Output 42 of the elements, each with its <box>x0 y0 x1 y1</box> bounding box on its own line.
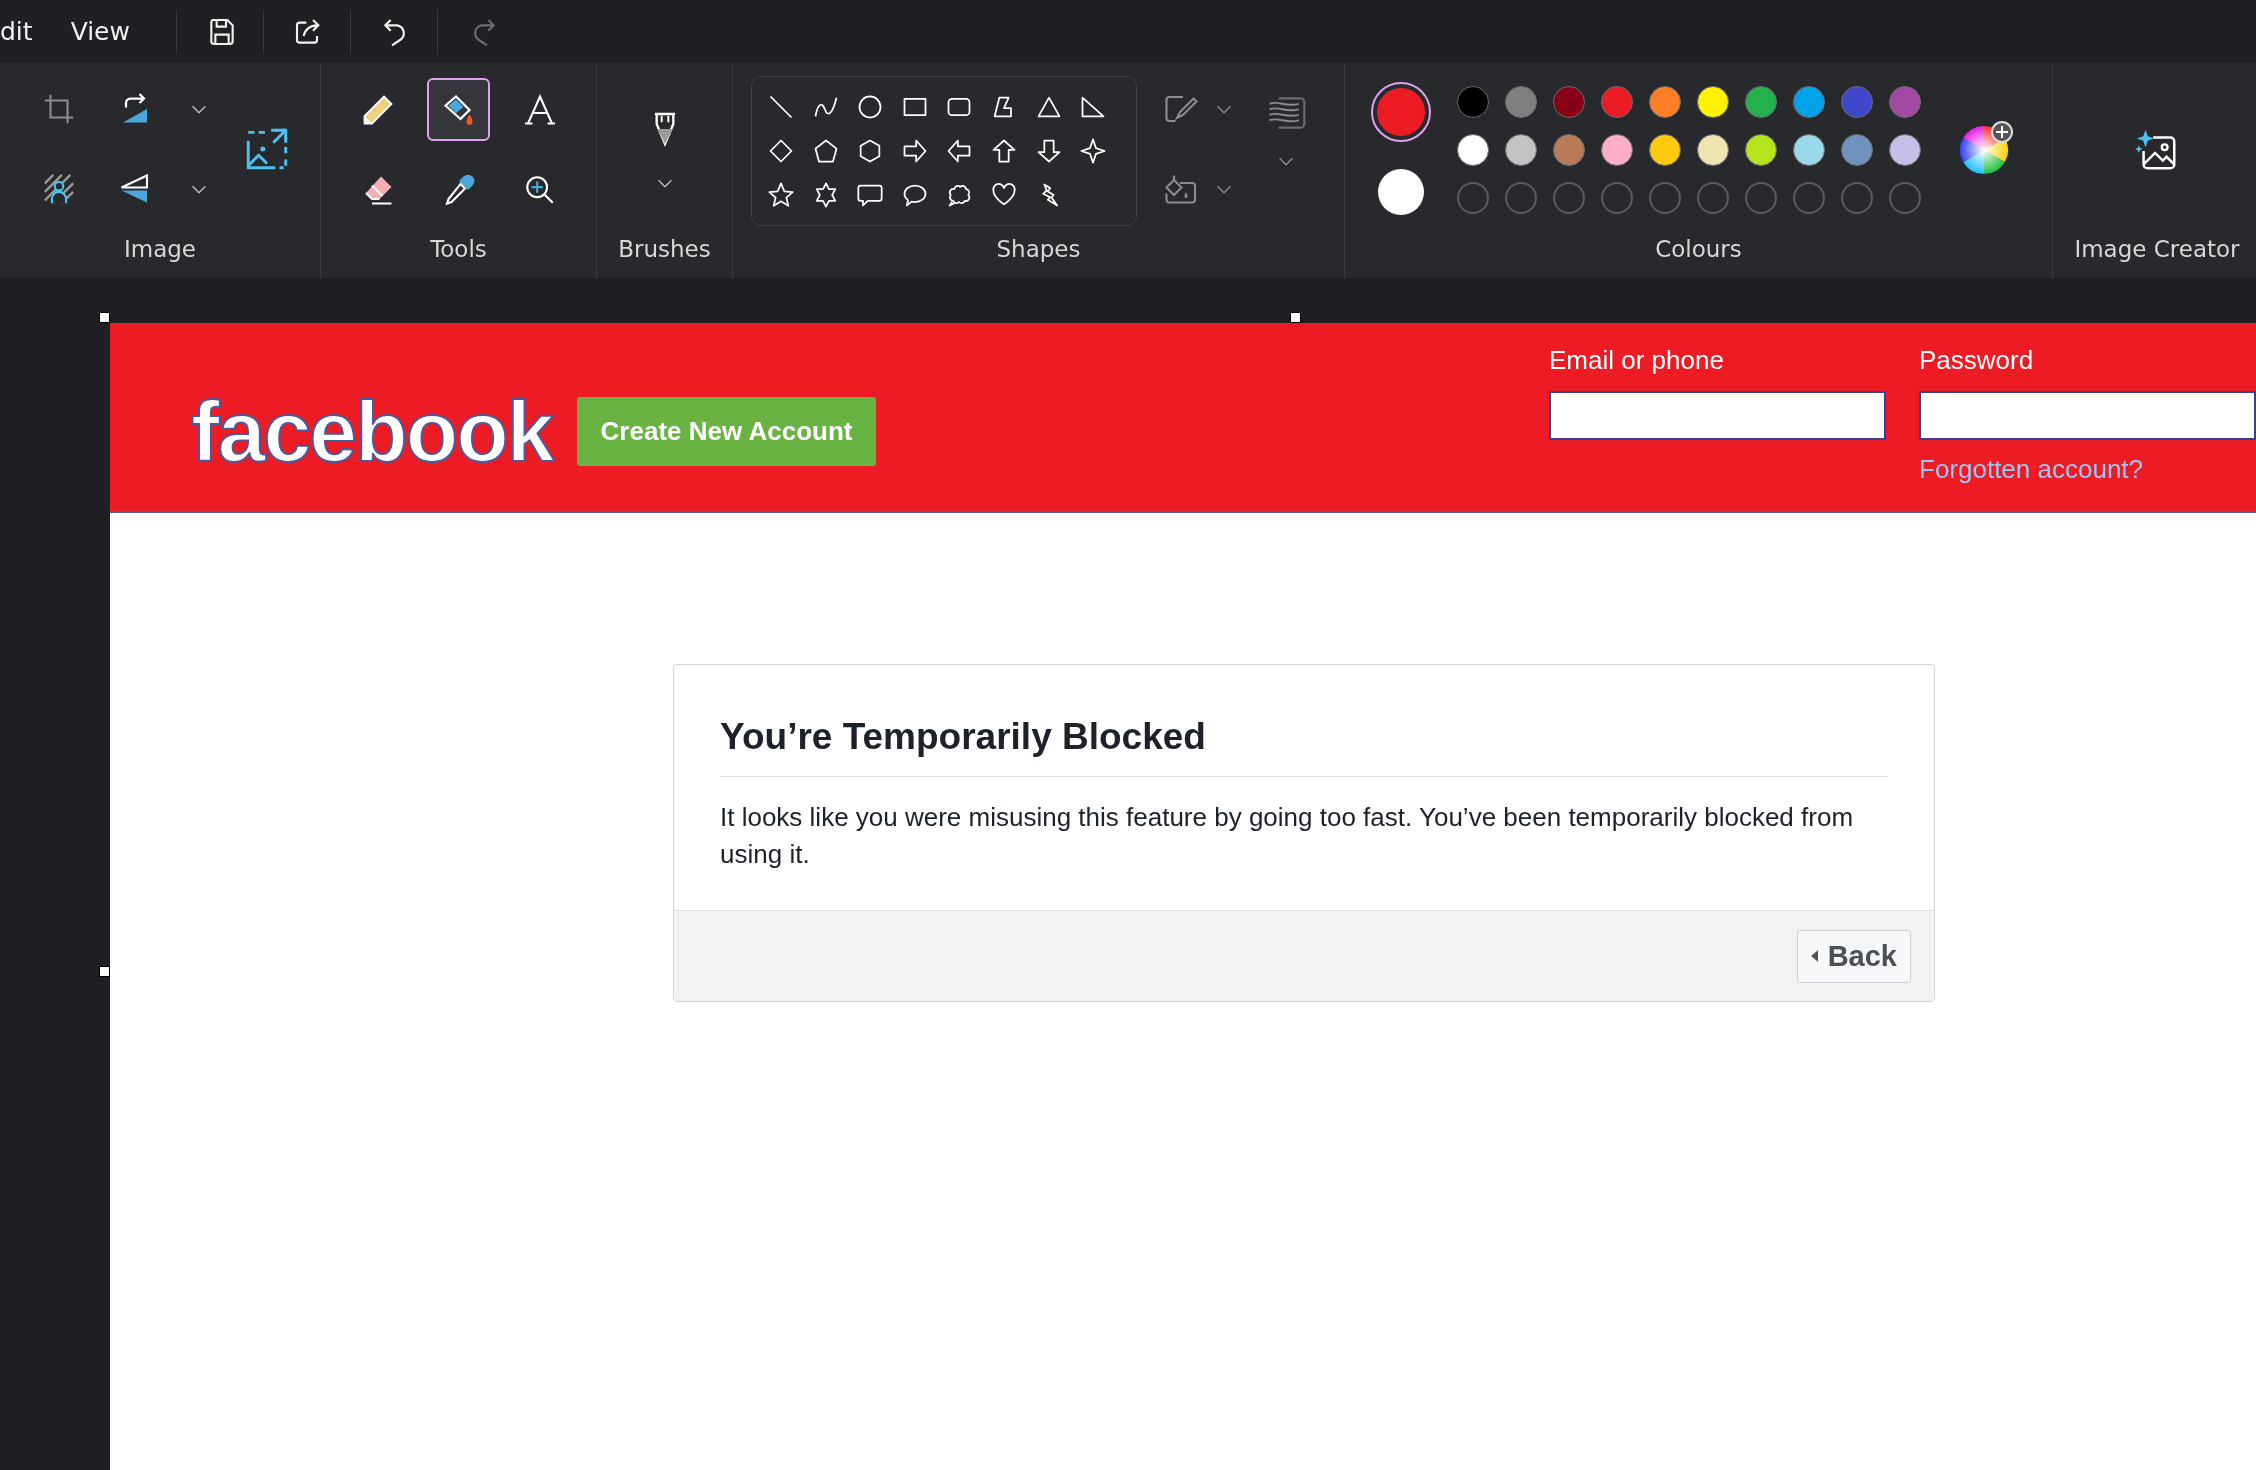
colour-swatch[interactable] <box>1457 134 1489 166</box>
colour-swatch[interactable] <box>1649 134 1681 166</box>
dialog-title: You’re Temporarily Blocked <box>720 715 1207 759</box>
colour-swatch[interactable] <box>1697 134 1729 166</box>
colour-swatch[interactable] <box>1793 86 1825 118</box>
colour-swatch[interactable] <box>1793 134 1825 166</box>
group-label: Tools <box>430 235 487 262</box>
colour-swatch[interactable] <box>1505 86 1537 118</box>
password-field[interactable] <box>1919 391 2256 440</box>
colour-swatch[interactable] <box>1553 86 1585 118</box>
menu-item[interactable]: View <box>70 17 130 46</box>
group-label: Shapes <box>996 235 1081 262</box>
colour-swatch[interactable] <box>1505 134 1537 166</box>
colour-swatch[interactable] <box>1697 86 1729 118</box>
resize-handle[interactable] <box>99 966 110 977</box>
colour-swatch[interactable] <box>1553 134 1585 166</box>
logo: facebook <box>191 388 553 474</box>
colour-swatch[interactable] <box>1601 134 1633 166</box>
colour-swatch[interactable] <box>1841 86 1873 118</box>
back-button[interactable]: Back <box>1796 929 1911 983</box>
fill-tool-icon[interactable] <box>427 78 490 141</box>
group-label: Brushes <box>618 235 711 262</box>
colour-swatch[interactable] <box>1889 86 1921 118</box>
group-label: Image <box>123 235 196 262</box>
field-label: Email or phone <box>1549 344 1725 377</box>
colour-swatch[interactable] <box>1745 134 1777 166</box>
caret-icon <box>1810 950 1818 962</box>
menu-item[interactable]: dit <box>0 17 33 46</box>
field-label: Password <box>1919 344 2035 377</box>
colour-swatch[interactable] <box>1649 86 1681 118</box>
colour-swatch[interactable] <box>1745 86 1777 118</box>
colour-swatch[interactable] <box>1841 134 1873 166</box>
resize-handle[interactable] <box>99 312 110 323</box>
group-label: Image Creator <box>2074 235 2240 262</box>
colour-swatch[interactable] <box>1889 134 1921 166</box>
primary-colour-swatch[interactable] <box>1371 82 1431 142</box>
email-field[interactable] <box>1549 391 1886 440</box>
colour-swatch[interactable] <box>1457 86 1489 118</box>
group-label: Colours <box>1655 235 1742 262</box>
colour-swatch[interactable] <box>1601 86 1633 118</box>
dialog-message: It looks like you were misusing this feature by going too fast. You’ve been temporarily blocked from using it. <box>720 801 1855 871</box>
resize-handle[interactable] <box>1290 312 1301 323</box>
